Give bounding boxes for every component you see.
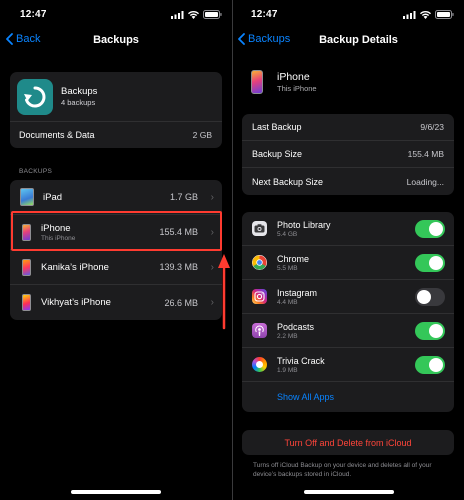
- summary-title: Backups: [61, 86, 98, 97]
- iphone-icon: [251, 70, 263, 94]
- backup-toggle[interactable]: [415, 321, 445, 340]
- show-all-apps-row: Show All Apps: [242, 382, 454, 412]
- signal-icon: [403, 10, 416, 19]
- app-name: Photo Library: [277, 219, 331, 230]
- backup-toggle[interactable]: [415, 287, 445, 306]
- app-size: 4.4 MB: [277, 298, 298, 306]
- info-row-backup-size: Backup Size 155.4 MB: [242, 141, 454, 168]
- apps-card: Photo Library 5.4 GB Chrome 5.5 MB Insta…: [242, 212, 454, 412]
- device-size: 1.7 GB: [169, 192, 198, 202]
- app-row: Instagram 4.4 MB: [242, 280, 454, 314]
- summary-subtitle: 4 backups: [61, 98, 96, 107]
- page-title: Backups: [93, 34, 139, 46]
- app-row: Photo Library 5.4 GB: [242, 212, 454, 246]
- documents-data-row: Documents & Data 2 GB: [10, 122, 222, 148]
- show-all-apps-link[interactable]: Show All Apps: [277, 392, 334, 402]
- wifi-icon: [188, 10, 199, 19]
- device-name: iPad: [43, 191, 63, 203]
- ipad-icon: [20, 188, 34, 206]
- home-indicator: [71, 490, 161, 494]
- chevron-right-icon: ›: [210, 297, 214, 308]
- chevron-right-icon: ›: [210, 261, 214, 273]
- chevron-right-icon: ›: [210, 191, 214, 203]
- info-row-next-backup-size: Next Backup Size Loading...: [242, 168, 454, 195]
- chrome-icon: [252, 255, 267, 270]
- device-name: Kanika’s iPhone: [41, 261, 109, 273]
- footer-note: Turns off iCloud Backup on your device a…: [253, 462, 432, 478]
- battery-icon: [203, 10, 222, 19]
- backup-toggle[interactable]: [415, 253, 445, 272]
- documents-data-label: Documents & Data: [19, 130, 95, 140]
- list-item[interactable]: Kanika’s iPhone 139.3 MB ›: [10, 250, 222, 285]
- status-bar: 12:47: [233, 9, 464, 23]
- app-size: 2.2 MB: [277, 332, 298, 340]
- backup-toggle[interactable]: [415, 355, 445, 374]
- photo-library-icon: [252, 221, 267, 236]
- info-value: 9/6/23: [420, 122, 444, 132]
- iphone-icon: [22, 258, 31, 276]
- app-name: Trivia Crack: [277, 355, 325, 366]
- nav-bar: Backups Backup Details: [233, 33, 464, 49]
- app-size: 5.5 MB: [277, 264, 298, 272]
- device-name: iPhone: [277, 71, 310, 83]
- highlight-box: [11, 211, 222, 251]
- info-label: Next Backup Size: [252, 176, 324, 187]
- device-size: 26.6 MB: [164, 297, 198, 308]
- app-row: Trivia Crack 1.9 MB: [242, 348, 454, 382]
- info-value: 155.4 MB: [407, 149, 444, 159]
- battery-icon: [435, 10, 454, 19]
- status-time: 12:47: [251, 9, 278, 20]
- info-label: Backup Size: [252, 149, 303, 159]
- backups-summary-card: Backups 4 backups Documents & Data 2 GB: [10, 72, 222, 148]
- status-time: 12:47: [20, 9, 47, 20]
- instagram-icon: [252, 289, 267, 304]
- backup-info-card: Last Backup 9/6/23 Backup Size 155.4 MB …: [242, 114, 454, 195]
- device-subtitle: This iPhone: [277, 84, 317, 93]
- device-name: Vikhyat’s iPhone: [41, 297, 111, 308]
- app-row: Podcasts 2.2 MB: [242, 314, 454, 348]
- backups-screen: 12:47 Back Backups Backups 4 backups Doc…: [0, 0, 232, 500]
- status-bar: 12:47: [0, 9, 232, 23]
- iphone-icon: [22, 294, 31, 311]
- info-label: Last Backup: [252, 122, 302, 132]
- wifi-icon: [420, 10, 431, 19]
- backups-summary-row: Backups 4 backups: [10, 72, 222, 122]
- list-item[interactable]: iPad 1.7 GB ›: [10, 180, 222, 215]
- page-title: Backup Details: [319, 34, 398, 46]
- backup-details-screen: 12:47 Backups Backup Details iPhone This…: [233, 0, 464, 500]
- signal-icon: [171, 10, 184, 19]
- list-item[interactable]: Vikhyat’s iPhone 26.6 MB ›: [10, 285, 222, 320]
- app-size: 5.4 GB: [277, 230, 298, 238]
- app-name: Instagram: [277, 287, 318, 298]
- backup-app-icon: [17, 78, 53, 115]
- nav-bar: Back Backups: [0, 33, 232, 49]
- trivia-crack-icon: [252, 357, 267, 372]
- app-name: Podcasts: [277, 321, 315, 332]
- app-row: Chrome 5.5 MB: [242, 246, 454, 280]
- delete-backup-label: Turn Off and Delete from iCloud: [284, 437, 412, 448]
- device-size: 139.3 MB: [159, 262, 198, 272]
- app-name: Chrome: [277, 253, 310, 264]
- home-indicator: [303, 490, 394, 494]
- info-value: Loading...: [406, 176, 444, 187]
- info-row-last-backup: Last Backup 9/6/23: [242, 114, 454, 141]
- backup-toggle[interactable]: [415, 219, 445, 238]
- delete-backup-button[interactable]: Turn Off and Delete from iCloud: [242, 430, 454, 455]
- arrow-icon: [218, 254, 230, 330]
- podcasts-icon: [252, 323, 267, 338]
- device-header: iPhone This iPhone: [251, 70, 317, 94]
- section-header: BACKUPS: [19, 168, 53, 175]
- app-size: 1.9 MB: [277, 366, 298, 374]
- documents-data-value: 2 GB: [192, 130, 212, 140]
